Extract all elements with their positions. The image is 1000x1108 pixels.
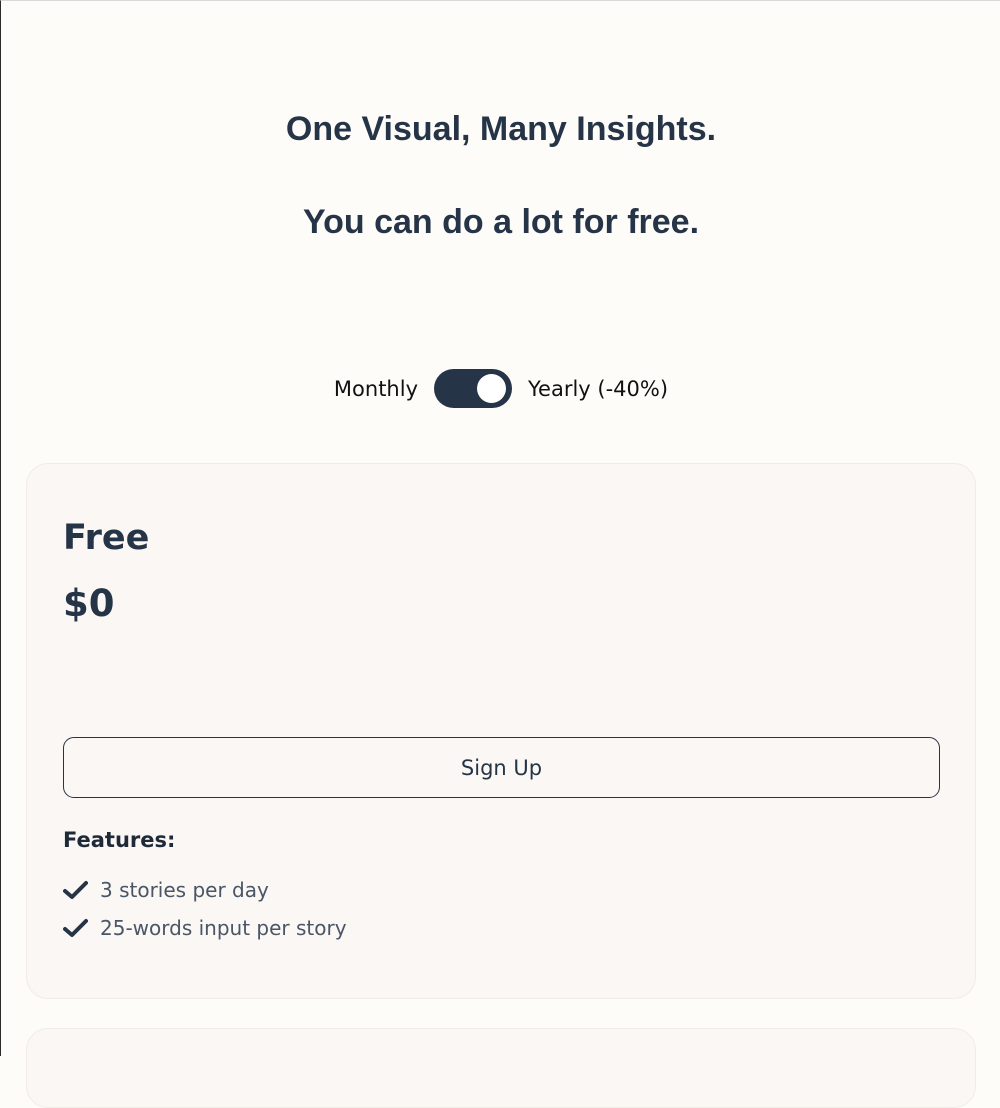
billing-toggle-switch[interactable]: [434, 369, 513, 408]
yearly-label[interactable]: Yearly (-40%): [528, 377, 668, 401]
features-list: 3 stories per day 25-words input per sto…: [63, 871, 347, 947]
pricing-card-free: Free $0 Sign Up Features: 3 stories per …: [26, 463, 976, 999]
plan-name: Free: [63, 518, 150, 558]
hero-title: One Visual, Many Insights.: [285, 110, 717, 148]
feature-item: 3 stories per day: [63, 871, 347, 909]
hero-section: One Visual, Many Insights. You can do a …: [1, 106, 1000, 245]
check-icon: [63, 919, 88, 937]
feature-text: 3 stories per day: [100, 878, 269, 902]
monthly-label[interactable]: Monthly: [334, 377, 418, 401]
billing-period-toggle: Monthly Yearly (-40%): [1, 369, 1000, 408]
check-icon: [63, 881, 88, 899]
plan-price: $0: [63, 582, 115, 625]
hero-subtitle: You can do a lot for free.: [302, 203, 700, 241]
pricing-card-next: [26, 1028, 976, 1108]
feature-text: 25-words input per story: [100, 916, 347, 940]
sign-up-button[interactable]: Sign Up: [63, 737, 940, 798]
toggle-knob: [477, 374, 507, 403]
feature-item: 25-words input per story: [63, 909, 347, 947]
features-heading: Features:: [63, 828, 176, 852]
